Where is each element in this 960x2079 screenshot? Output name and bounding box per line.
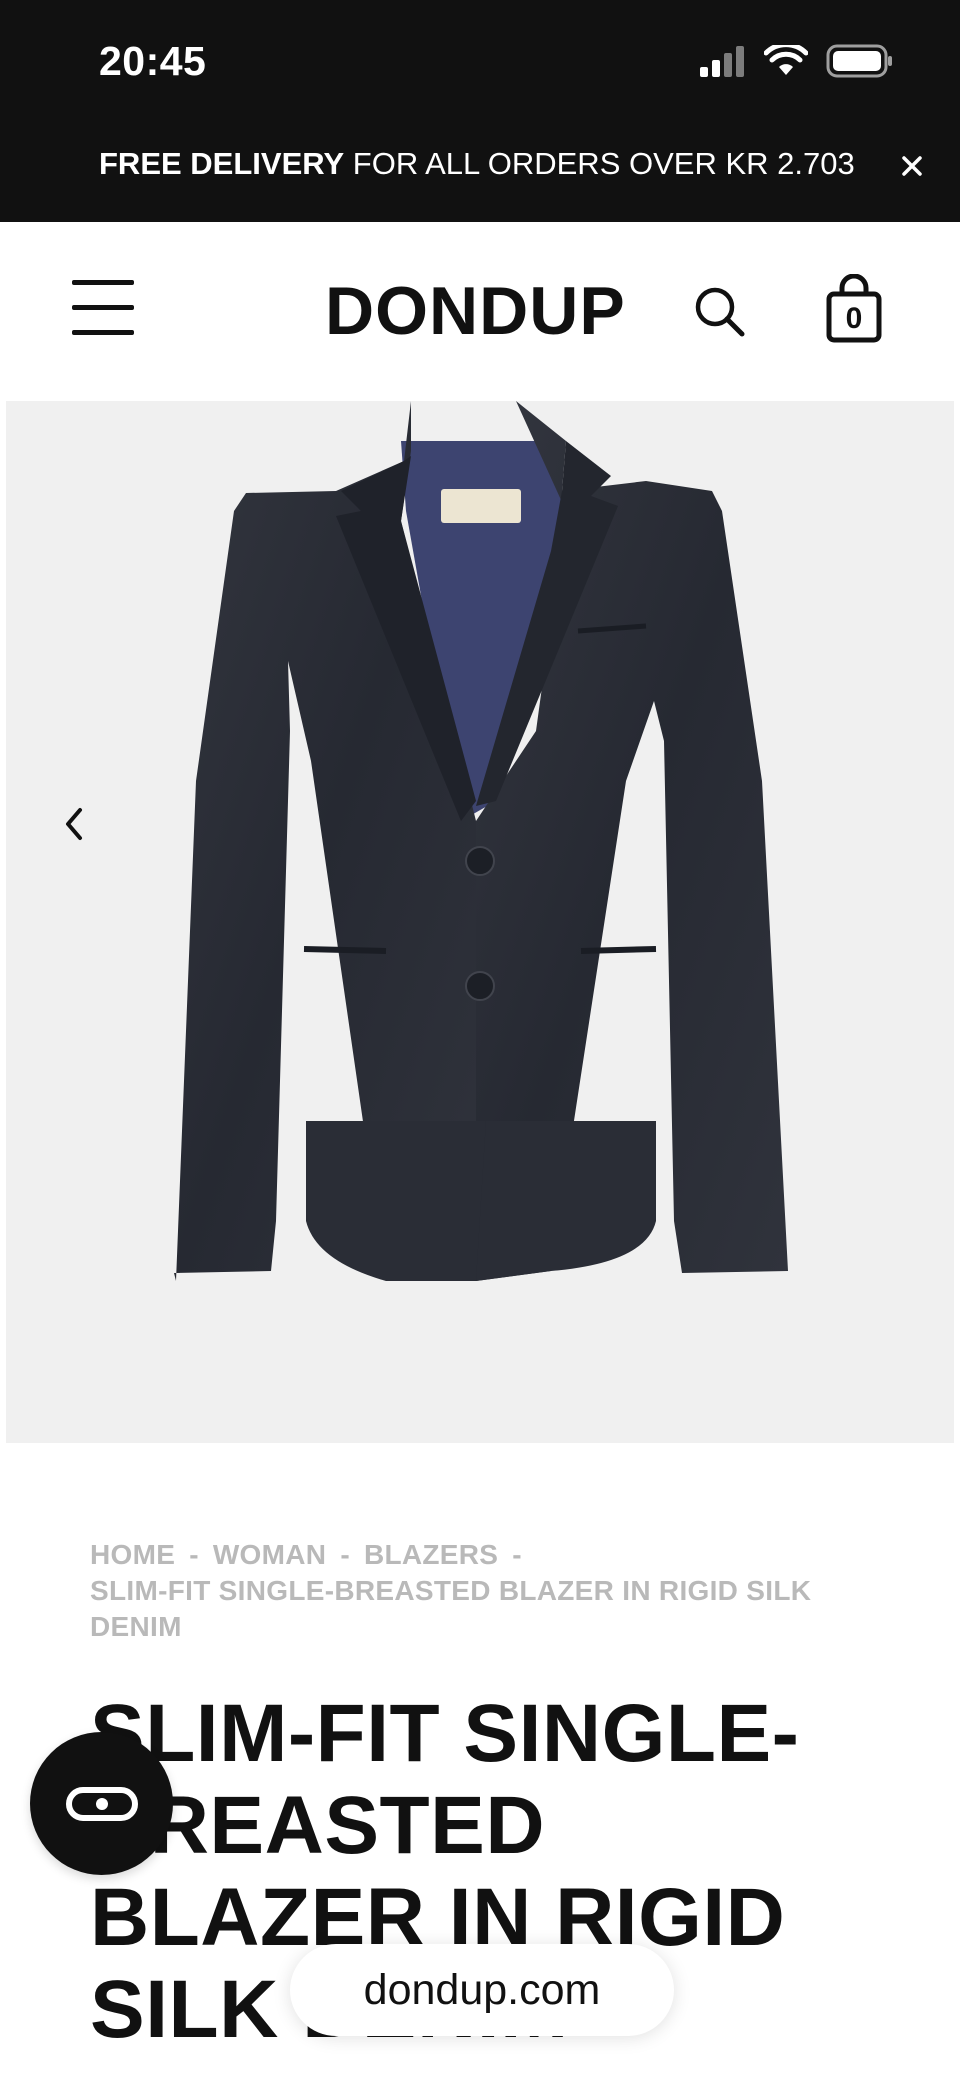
promo-close-button[interactable] [892, 146, 932, 186]
menu-icon [72, 280, 134, 285]
url-bar[interactable]: dondup.com [290, 1944, 674, 2036]
signal-icon [700, 46, 744, 77]
chevron-left-icon [66, 808, 82, 840]
promo-text: FOR ALL ORDERS OVER KR 2.703 [344, 146, 855, 181]
gallery-prev-button[interactable] [54, 799, 94, 849]
breadcrumb-current: SLIM-FIT SINGLE-BREASTED BLAZER IN RIGID… [90, 1575, 812, 1642]
breadcrumb: HOME - WOMAN - BLAZERS - SLIM-FIT SINGLE-BREAS… [90, 1537, 890, 1645]
breadcrumb-blazers[interactable]: BLAZERS [364, 1539, 498, 1570]
breadcrumb-separator: - [512, 1539, 522, 1570]
wifi-icon [764, 45, 808, 75]
status-time: 20:45 [99, 38, 207, 84]
brand-logo[interactable]: DONDUP [325, 272, 626, 350]
cart-button[interactable]: 0 [824, 274, 884, 344]
breadcrumb-home[interactable]: HOME [90, 1539, 175, 1570]
search-button[interactable] [692, 284, 748, 340]
close-icon [902, 156, 922, 176]
menu-button[interactable] [72, 280, 136, 336]
chat-button[interactable] [30, 1732, 173, 1875]
site-header: DONDUP 0 [0, 222, 960, 400]
breadcrumb-separator: - [189, 1539, 199, 1570]
chat-icon [65, 1786, 138, 1821]
top-bar: 20:45 FREE DELIVERY FOR ALL ORDERS OVER … [0, 0, 960, 222]
cart-count: 0 [845, 302, 863, 335]
breadcrumb-woman[interactable]: WOMAN [213, 1539, 326, 1570]
blazer-image [174, 401, 788, 1281]
promo-bold: FREE DELIVERY [99, 146, 345, 181]
product-gallery[interactable] [6, 401, 954, 1443]
search-icon [695, 287, 745, 337]
promo-banner[interactable]: FREE DELIVERY FOR ALL ORDERS OVER KR 2.7… [99, 146, 855, 182]
status-icons [698, 44, 894, 78]
breadcrumb-separator: - [340, 1539, 350, 1570]
battery-icon [826, 44, 892, 78]
